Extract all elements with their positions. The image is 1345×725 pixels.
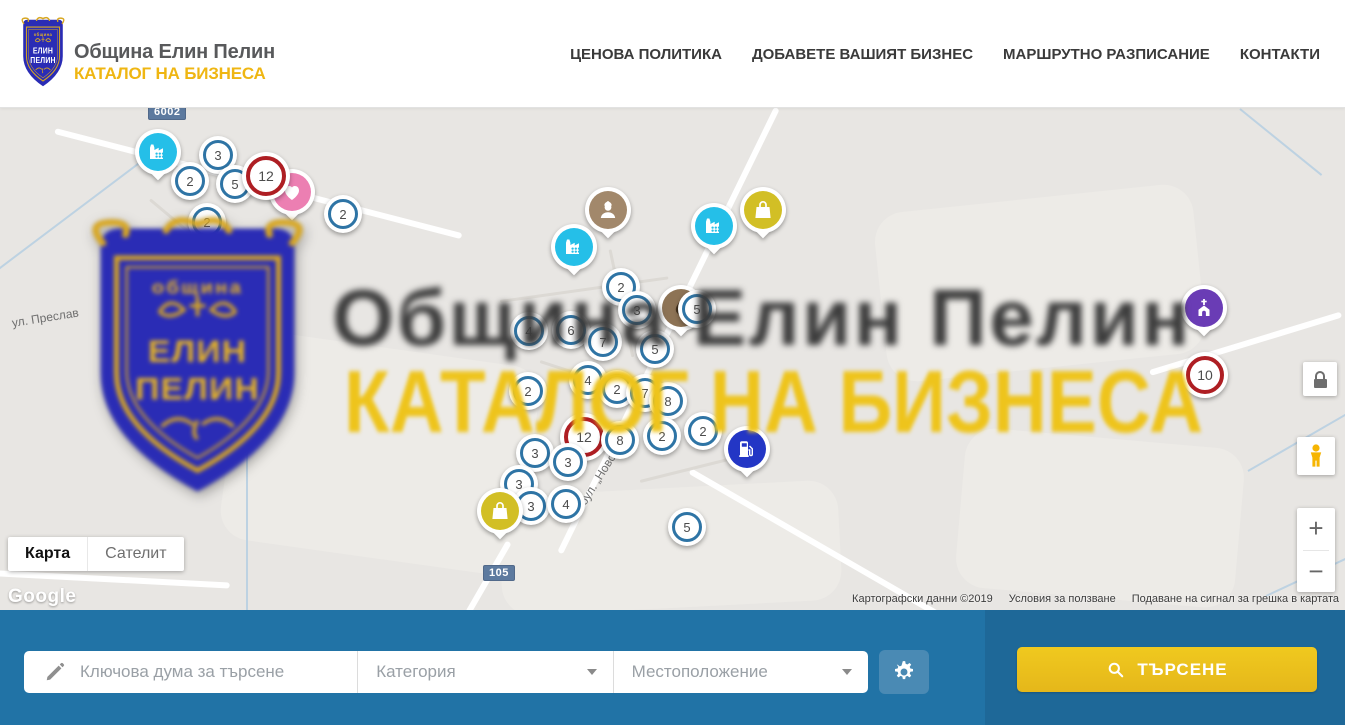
search-button-label: ТЪРСЕНЕ bbox=[1137, 660, 1227, 680]
main-nav: ЦЕНОВА ПОЛИТИКА ДОБАВЕТЕ ВАШИЯТ БИЗНЕС МАР… bbox=[570, 0, 1320, 108]
location-select-label: Местоположение bbox=[632, 662, 768, 682]
chevron-down-icon bbox=[587, 669, 597, 675]
gear-icon bbox=[891, 659, 917, 685]
logo-word-obshtina: община bbox=[34, 31, 53, 37]
watermark-word-obshtina: община bbox=[152, 277, 243, 298]
site-subtitle: КАТАЛОГ НА БИЗНЕСА bbox=[74, 64, 266, 84]
road-number-label: 105 bbox=[483, 565, 515, 581]
fullscreen-lock-button[interactable] bbox=[1303, 362, 1337, 396]
map-canvas[interactable]: 325122223546752427812822333345106002105у… bbox=[0, 108, 1345, 610]
street-name-label: ул. Преслав bbox=[11, 306, 80, 330]
map-attribution: Картографски данни ©2019 Условия за ползв… bbox=[852, 593, 1339, 605]
map-terrain-patch bbox=[954, 426, 1247, 610]
search-action-panel: ТЪРСЕНЕ bbox=[985, 610, 1345, 725]
map-stream bbox=[1239, 108, 1322, 176]
search-bar: Категория Местоположение bbox=[24, 651, 868, 693]
cluster-marker[interactable]: 12 bbox=[242, 152, 290, 200]
nav-item[interactable]: КОНТАКТИ bbox=[1240, 46, 1320, 63]
zoom-control: + − bbox=[1297, 508, 1335, 592]
nav-item[interactable]: ЦЕНОВА ПОЛИТИКА bbox=[570, 46, 722, 63]
category-pin-bag[interactable] bbox=[740, 187, 786, 245]
municipality-logo[interactable]: община ЕЛИН ПЕЛИН bbox=[20, 16, 66, 90]
keyword-section bbox=[24, 651, 357, 693]
category-pin-factory[interactable] bbox=[691, 203, 737, 261]
attribution-link[interactable]: Подаване на сигнал за грешка в картата bbox=[1132, 593, 1339, 605]
search-input[interactable] bbox=[80, 662, 357, 682]
pencil-icon bbox=[44, 661, 66, 683]
map-type-control: Карта Сателит bbox=[8, 537, 184, 571]
header: община ЕЛИН ПЕЛИН Община Елин Пелин КАТА… bbox=[0, 0, 1345, 108]
watermark-subtitle: КАТАЛОГ НА БИЗНЕСА bbox=[344, 351, 1203, 453]
advanced-search-button[interactable] bbox=[879, 650, 929, 694]
cluster-marker[interactable]: 5 bbox=[668, 508, 706, 546]
chevron-down-icon bbox=[842, 669, 852, 675]
google-logo[interactable]: Google bbox=[8, 586, 76, 608]
pegman-icon bbox=[1304, 443, 1328, 469]
watermark-logo: община ЕЛИН ПЕЛИН bbox=[85, 214, 310, 506]
watermark-word-elin: ЕЛИН bbox=[148, 334, 247, 369]
map-type-map-button[interactable]: Карта bbox=[8, 537, 87, 571]
search-panel: Категория Местоположение bbox=[0, 610, 985, 725]
attribution-text: Картографски данни ©2019 bbox=[852, 593, 993, 605]
zoom-in-button[interactable]: + bbox=[1297, 508, 1335, 550]
search-icon bbox=[1106, 660, 1125, 679]
nav-item[interactable]: ДОБАВЕТЕ ВАШИЯТ БИЗНЕС bbox=[752, 46, 973, 63]
watermark-word-pelin: ПЕЛИН bbox=[135, 372, 260, 407]
site-title: Община Елин Пелин bbox=[74, 41, 275, 64]
category-select[interactable]: Категория bbox=[358, 651, 612, 693]
zoom-out-button[interactable]: − bbox=[1297, 551, 1335, 593]
lock-icon bbox=[1315, 371, 1325, 379]
road-number-label: 6002 bbox=[148, 108, 186, 120]
category-pin-bag[interactable] bbox=[477, 488, 523, 546]
logo-word-elin: ЕЛИН bbox=[33, 46, 53, 56]
nav-item[interactable]: МАРШРУТНО РАЗПИСАНИЕ bbox=[1003, 46, 1210, 63]
category-select-label: Категория bbox=[376, 662, 455, 682]
street-view-pegman-button[interactable] bbox=[1297, 437, 1335, 475]
attribution-link[interactable]: Условия за ползване bbox=[1009, 593, 1116, 605]
page: община ЕЛИН ПЕЛИН Община Елин Пелин КАТА… bbox=[0, 0, 1345, 725]
category-pin-factory[interactable] bbox=[135, 129, 181, 187]
cluster-marker[interactable]: 4 bbox=[547, 485, 585, 523]
logo-word-pelin: ПЕЛИН bbox=[30, 56, 55, 66]
cluster-marker[interactable]: 2 bbox=[324, 195, 362, 233]
location-select[interactable]: Местоположение bbox=[614, 651, 868, 693]
map-type-satellite-button[interactable]: Сателит bbox=[87, 537, 183, 571]
search-button[interactable]: ТЪРСЕНЕ bbox=[1017, 647, 1317, 692]
